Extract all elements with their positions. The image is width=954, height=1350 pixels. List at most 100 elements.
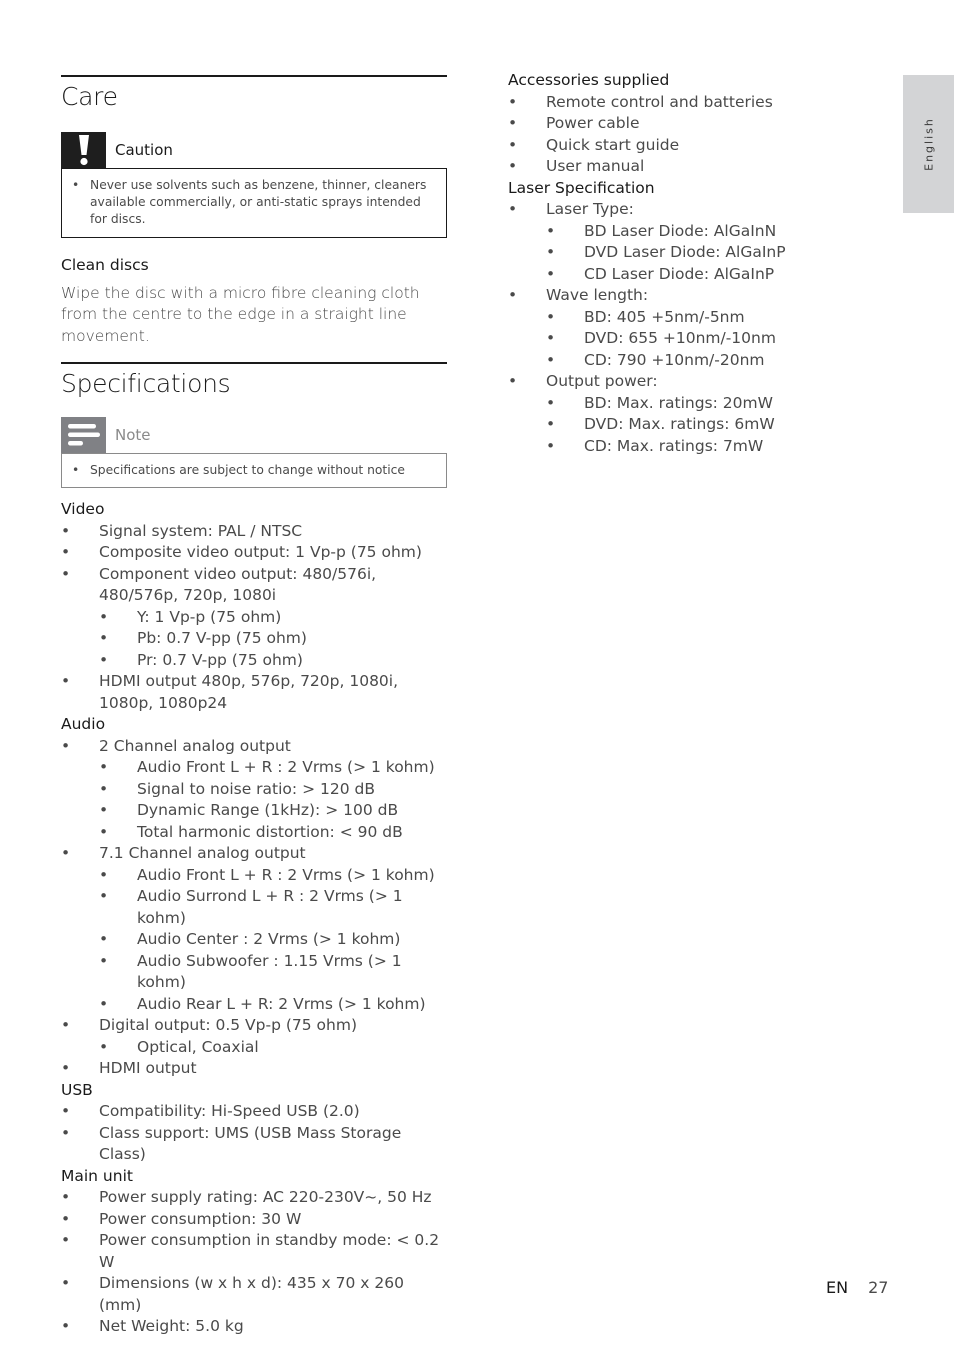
spec-item: • BD: 405 +5nm/-5nm <box>508 307 848 329</box>
spec-item: • Audio Rear L + R: 2 Vrms (> 1 kohm) <box>61 994 447 1016</box>
spec-item-text: Audio Surrond L + R : 2 Vrms (> 1 kohm) <box>137 887 403 927</box>
bullet: • <box>61 1059 71 1077</box>
spec-item-text: Composite video output: 1 Vp-p (75 ohm) <box>99 543 422 561</box>
bullet: • <box>99 822 109 841</box>
bullet: • <box>99 779 109 798</box>
spec-item-text: BD: 405 +5nm/-5nm <box>584 307 745 326</box>
spec-item-text: Laser Type: <box>546 200 634 218</box>
spec-item: • CD: Max. ratings: 7mW <box>508 436 848 458</box>
spec-item-text: CD: Max. ratings: 7mW <box>584 436 764 455</box>
spec-item-text: CD Laser Diode: AlGaInP <box>584 264 775 283</box>
spec-item-text: BD: Max. ratings: 20mW <box>584 393 773 412</box>
note-header: Note <box>61 417 447 453</box>
note-box: • Specifications are subject to change w… <box>61 453 447 488</box>
spec-item-text: Dynamic Range (1kHz): > 100 dB <box>137 801 399 819</box>
bullet: • <box>72 463 80 477</box>
bullet: • <box>61 1102 71 1120</box>
note-item: • Specifications are subject to change w… <box>72 462 434 479</box>
spec-list: • Power supply rating: AC 220-230V~, 50 H… <box>61 1187 447 1338</box>
caution-label: Caution <box>115 141 173 159</box>
spec-item-text: DVD Laser Diode: AlGaInP <box>584 243 786 261</box>
spec-item: • Output power: <box>508 371 848 393</box>
bullet: • <box>508 135 518 154</box>
bullet: • <box>546 436 556 455</box>
spec-item-text: Wave length: <box>546 286 649 304</box>
bullet: • <box>61 1188 71 1206</box>
spec-item: • Power consumption: 30 W <box>61 1209 447 1231</box>
bullet: • <box>508 372 518 390</box>
spec-item-text: Remote control and batteries <box>546 92 773 111</box>
bullet: • <box>546 221 556 240</box>
care-title: Care <box>61 82 118 111</box>
spec-item: • Audio Center : 2 Vrms (> 1 kohm) <box>61 929 447 951</box>
spec-item: • 7.1 Channel analog output <box>61 843 447 865</box>
right-column: Accessories supplied • Remote control and … <box>508 70 848 457</box>
spec-item: • Component video output: 480/576i, 480/5… <box>61 564 447 607</box>
bullet: • <box>99 930 109 948</box>
spec-item: • Composite video output: 1 Vp-p (75 ohm) <box>61 542 447 564</box>
spec-item: • Remote control and batteries <box>508 92 848 114</box>
spec-item-text: HDMI output 480p, 576p, 720p, 1080i, 108… <box>99 672 399 712</box>
spec-item: • Audio Front L + R : 2 Vrms (> 1 kohm) <box>61 757 447 779</box>
spec-item-text: Audio Subwoofer : 1.15 Vrms (> 1 kohm) <box>137 951 402 992</box>
bullet: • <box>61 564 71 583</box>
bullet: • <box>61 1274 71 1292</box>
spec-item-text: Y: 1 Vp-p (75 ohm) <box>137 607 282 626</box>
section-heading: Audio <box>61 715 106 733</box>
spec-item: • DVD Laser Diode: AlGaInP <box>508 242 848 264</box>
section-heading: Video <box>61 500 105 518</box>
bullet: • <box>61 521 71 540</box>
spec-sections-right: Accessories supplied • Remote control and … <box>508 70 848 457</box>
spec-item-text: Total harmonic distortion: < 90 dB <box>137 822 403 841</box>
spec-item: • Pb: 0.7 V-pp (75 ohm) <box>61 628 447 650</box>
spec-item-text: HDMI output <box>99 1059 197 1077</box>
bullet: • <box>99 607 109 626</box>
bullet: • <box>61 672 71 690</box>
bullet: • <box>546 264 556 283</box>
bullet: • <box>61 1123 71 1142</box>
caution-header: Caution <box>61 132 447 168</box>
spec-item-text: Audio Center : 2 Vrms (> 1 kohm) <box>137 930 401 948</box>
bullet: • <box>508 286 518 304</box>
bullet: • <box>508 92 518 111</box>
bullet: • <box>546 307 556 326</box>
bullet: • <box>508 114 518 132</box>
section-heading: USB <box>61 1080 93 1099</box>
spec-item-text: Component video output: 480/576i, 480/57… <box>99 564 377 605</box>
spec-item-text: User manual <box>546 157 645 175</box>
spec-item: • Pr: 0.7 V-pp (75 ohm) <box>61 650 447 672</box>
spec-item: • Dynamic Range (1kHz): > 100 dB <box>61 800 447 822</box>
specifications-rule <box>61 362 447 364</box>
spec-item-text: DVD: Max. ratings: 6mW <box>584 415 775 433</box>
bullet: • <box>508 200 518 218</box>
language-tab-label: English <box>922 117 935 171</box>
spec-item-text: Digital output: 0.5 Vp-p (75 ohm) <box>99 1016 357 1034</box>
spec-item: • Power consumption in standby mode: < 0.… <box>61 1230 447 1273</box>
spec-item: • Audio Subwoofer : 1.15 Vrms (> 1 kohm) <box>61 951 447 994</box>
spec-item: • BD: Max. ratings: 20mW <box>508 393 848 415</box>
bullet: • <box>546 415 556 433</box>
spec-item: • Audio Front L + R : 2 Vrms (> 1 kohm) <box>61 865 447 887</box>
spec-item-text: DVD: 655 +10nm/-10nm <box>584 329 776 347</box>
bullet: • <box>61 1317 71 1335</box>
spec-item-text: 7.1 Channel analog output <box>99 844 306 862</box>
spec-item: • Y: 1 Vp-p (75 ohm) <box>61 607 447 629</box>
spec-list: • Compatibility: Hi-Speed USB (2.0) • Class… <box>61 1101 447 1166</box>
spec-item: • CD: 790 +10nm/-20nm <box>508 350 848 372</box>
clean-discs-heading: Clean discs <box>61 256 149 274</box>
section-heading: Laser Specification <box>508 178 655 197</box>
bullet: • <box>546 243 556 261</box>
spec-item-text: Pb: 0.7 V-pp (75 ohm) <box>137 629 307 647</box>
spec-item: • Laser Type: <box>508 199 848 221</box>
spec-item-text: Audio Front L + R : 2 Vrms (> 1 kohm) <box>137 758 435 776</box>
spec-item-text: Class support: UMS (USB Mass Storage Cla… <box>99 1123 402 1164</box>
bullet: • <box>508 157 518 175</box>
spec-item-text: Optical, Coaxial <box>137 1037 259 1056</box>
bullet: • <box>72 178 80 192</box>
spec-item: • DVD: 655 +10nm/-10nm <box>508 328 848 350</box>
spec-list: • Signal system: PAL / NTSC • Composite vid… <box>61 521 447 715</box>
spec-list: • Laser Type: • BD Laser Diode: AlGaInN • DVD… <box>508 199 848 457</box>
spec-item-text: Power consumption in standby mode: < 0.2… <box>99 1231 440 1271</box>
spec-list: • Remote control and batteries • Power cabl… <box>508 92 848 178</box>
spec-item-text: Net Weight: 5.0 kg <box>99 1317 244 1335</box>
